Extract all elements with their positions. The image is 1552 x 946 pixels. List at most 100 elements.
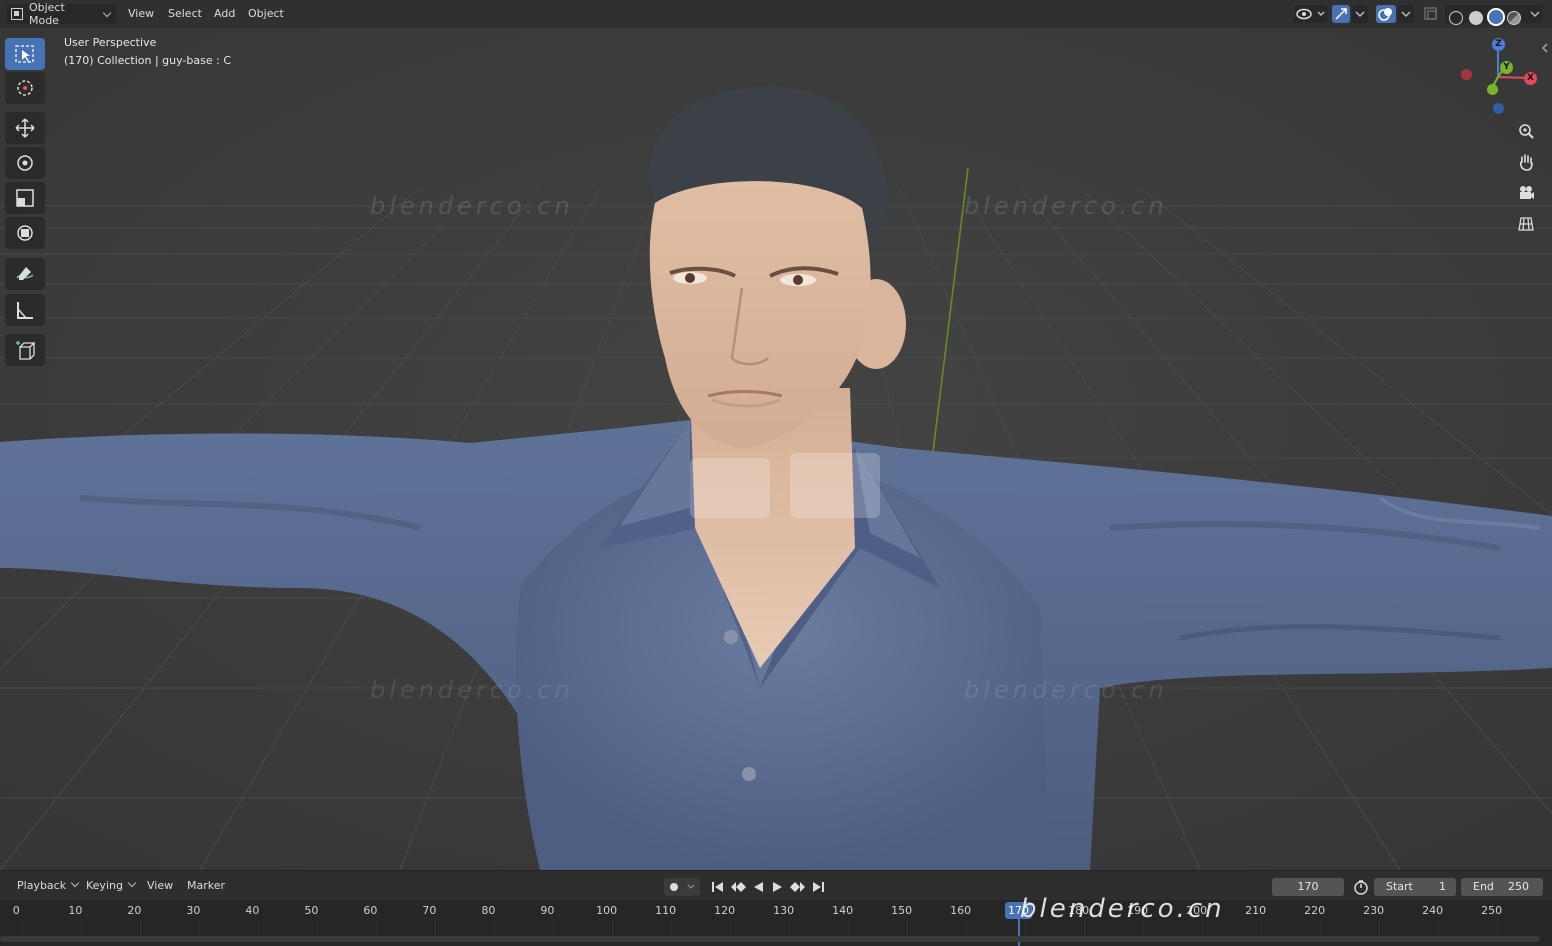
watermark-text: blenderco.cn	[964, 676, 1168, 704]
viewport-header: Object Mode View Select Add Object	[0, 0, 1552, 28]
frame-tick-label: 240	[1422, 904, 1444, 917]
3d-viewport[interactable]: blenderco.cn blenderco.cn blenderco.cn b…	[0, 28, 1552, 870]
perspective-toggle-button[interactable]	[1512, 210, 1540, 238]
frame-tick-label: 220	[1304, 904, 1326, 917]
cursor-icon	[17, 80, 33, 96]
keyframe-next-icon	[790, 882, 805, 892]
scale-tool[interactable]	[5, 182, 45, 214]
jump-start-icon	[712, 882, 723, 892]
transform-tool[interactable]	[5, 217, 45, 249]
frame-tick-label: 160	[950, 904, 972, 917]
frame-tick-label: 230	[1363, 904, 1385, 917]
end-frame-field[interactable]: End 250	[1461, 878, 1543, 896]
jump-end-button[interactable]	[809, 879, 827, 895]
rotate-tool[interactable]	[5, 147, 45, 179]
timeline-scrollbar[interactable]	[0, 936, 1540, 942]
frame-tick-label: 20	[127, 904, 142, 917]
timeline-menu-keying[interactable]: Keying	[86, 878, 141, 892]
shading-group	[1445, 5, 1543, 26]
xray-icon	[1424, 7, 1437, 20]
jump-start-button[interactable]	[709, 879, 727, 895]
start-label: Start	[1386, 880, 1413, 893]
cursor-tool[interactable]	[5, 72, 45, 104]
object-mode-icon	[11, 8, 23, 20]
timeline-menu-marker[interactable]: Marker	[187, 879, 225, 892]
frame-tick-label: 150	[891, 904, 913, 917]
play-icon	[773, 882, 782, 892]
grid-icon	[1518, 217, 1534, 231]
menu-view[interactable]: View	[124, 4, 158, 24]
select-box-icon	[15, 45, 34, 63]
scale-icon	[16, 189, 34, 207]
jump-keyframe-forward-button[interactable]	[789, 879, 807, 895]
timeline-menu-view[interactable]: View	[147, 879, 173, 892]
gizmo-z-icon[interactable]: Z	[1492, 38, 1505, 51]
pan-button[interactable]	[1512, 148, 1540, 176]
camera-view-button[interactable]	[1512, 179, 1540, 207]
chevron-down-icon	[70, 878, 80, 888]
timeline-menu-playback[interactable]: Playback	[17, 878, 84, 892]
chevron-down-icon	[102, 8, 112, 17]
jump-keyframe-back-button[interactable]	[729, 879, 747, 895]
timeline-scrubber[interactable]: 0 10 20 30 40 50 60 70 80 90 100 110 120 130 140 150 160…	[0, 894, 1552, 946]
zoom-button[interactable]	[1512, 117, 1540, 145]
rendered-shading-icon[interactable]	[1507, 11, 1521, 25]
gizmo-icon	[1335, 8, 1347, 20]
start-frame-field[interactable]: Start 1	[1374, 878, 1456, 896]
gizmo-toggle[interactable]	[1332, 5, 1350, 23]
menu-object[interactable]: Object	[244, 4, 288, 24]
material-preview-shading-icon[interactable]	[1487, 8, 1505, 26]
gizmo-dropdown[interactable]	[1352, 5, 1368, 23]
menu-add[interactable]: Add	[210, 4, 239, 24]
watermark-text: blenderco.cn	[964, 192, 1168, 220]
annotate-tool[interactable]	[5, 258, 45, 290]
gizmo-y-icon[interactable]: Y	[1500, 61, 1513, 74]
play-reverse-button[interactable]	[749, 879, 767, 895]
camera-icon	[1520, 186, 1534, 199]
chevron-left-icon[interactable]	[1541, 42, 1549, 54]
start-value: 1	[1439, 880, 1446, 893]
overlays-toggle[interactable]	[1376, 5, 1396, 23]
watermark-text: blenderco.cn	[370, 192, 574, 220]
xray-toggle[interactable]	[1422, 5, 1440, 23]
wireframe-shading-icon[interactable]	[1449, 11, 1463, 25]
chevron-down-icon	[1355, 11, 1365, 18]
jump-end-icon	[813, 882, 824, 892]
scene-canvas	[0, 28, 1552, 870]
play-button[interactable]	[769, 879, 787, 895]
play-reverse-icon	[754, 882, 763, 892]
gizmo-neg-y-icon[interactable]	[1487, 84, 1498, 95]
collection-info: (170) Collection | guy-base : C	[64, 54, 232, 67]
frame-tick-label: 100	[596, 904, 618, 917]
frame-tick-label: 60	[363, 904, 378, 917]
navigation-gizmo[interactable]: Z X Y	[1458, 34, 1542, 118]
current-frame-field[interactable]: 170	[1272, 878, 1344, 896]
frame-tick-label: 140	[832, 904, 854, 917]
chevron-down-icon[interactable]	[1527, 5, 1543, 23]
measure-tool[interactable]	[5, 294, 45, 326]
stopwatch-icon[interactable]	[1353, 879, 1369, 895]
gizmo-neg-x-icon[interactable]	[1461, 69, 1472, 80]
frame-tick-label: 40	[245, 904, 260, 917]
add-cube-tool[interactable]	[5, 334, 45, 366]
move-icon	[15, 118, 35, 138]
gizmo-neg-z-icon[interactable]	[1493, 103, 1504, 114]
overlays-dropdown[interactable]	[1398, 5, 1414, 23]
select-box-tool[interactable]	[5, 38, 45, 70]
frame-tick-label: 250	[1481, 904, 1503, 917]
menu-select[interactable]: Select	[164, 4, 206, 24]
frame-tick-label: 210	[1245, 904, 1267, 917]
frame-tick-label: 70	[422, 904, 437, 917]
move-tool[interactable]	[5, 112, 45, 144]
hand-icon	[1520, 154, 1533, 171]
frame-tick-label: 50	[304, 904, 319, 917]
solid-shading-icon[interactable]	[1469, 11, 1483, 25]
mode-dropdown[interactable]: Object Mode	[6, 1, 116, 27]
record-icon	[670, 883, 695, 891]
zoom-icon	[1519, 124, 1534, 139]
record-button[interactable]	[664, 878, 700, 896]
gizmo-x-icon[interactable]: X	[1524, 72, 1537, 85]
timeline-header: Playback Keying View Marker 170 Start 1 …	[0, 870, 1552, 901]
frame-tick-label: 10	[68, 904, 83, 917]
visibility-dropdown[interactable]	[1294, 5, 1328, 23]
